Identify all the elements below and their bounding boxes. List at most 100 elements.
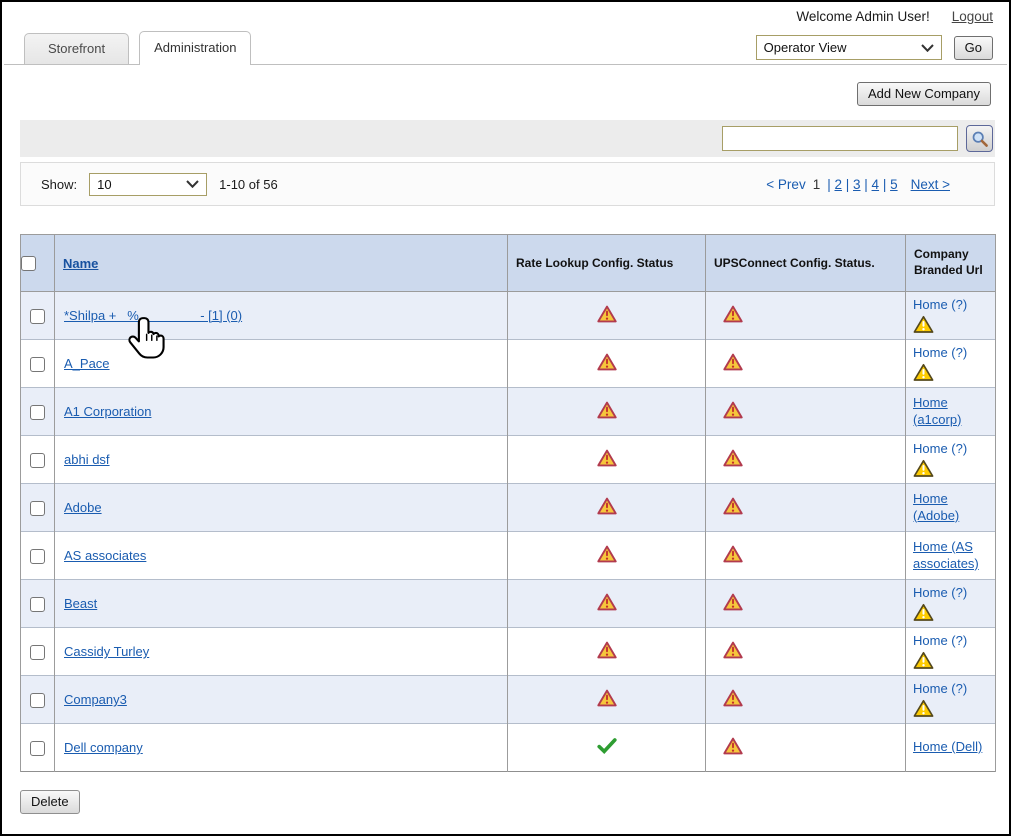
row-checkbox[interactable] [30, 405, 45, 420]
row-checkbox[interactable] [30, 741, 45, 756]
delete-button[interactable]: Delete [20, 790, 80, 814]
branded-url-link[interactable]: Home (a1corp) [913, 395, 961, 427]
company-name-link[interactable]: A_Pace [64, 356, 110, 371]
page-link[interactable]: 2 [834, 177, 842, 192]
warning-triangle-icon [597, 449, 617, 467]
search-input[interactable] [722, 126, 958, 151]
search-button[interactable] [966, 125, 993, 152]
row-checkbox[interactable] [30, 501, 45, 516]
table-row: Cassidy Turley Home (?) [21, 628, 996, 676]
warning-triangle-icon [723, 737, 743, 755]
tab-storefront[interactable]: Storefront [24, 33, 129, 64]
list-controls: Show: 10 1-10 of 56 < Prev 1 | 2 | 3 | 4… [20, 162, 995, 206]
warning-triangle-icon [723, 305, 743, 323]
yellow-warning-triangle-icon [913, 603, 988, 622]
branded-url-text: Home (?) [913, 633, 967, 648]
table-row: A1 Corporation Home (a1corp) [21, 388, 996, 436]
yellow-warning-triangle-icon [913, 699, 988, 718]
company-name-link[interactable]: Company3 [64, 692, 127, 707]
table-row: A_Pace Home (?) [21, 340, 996, 388]
company-name-link[interactable]: Beast [64, 596, 97, 611]
current-page: 1 [813, 177, 821, 192]
warning-triangle-icon [723, 401, 743, 419]
warning-triangle-icon [597, 641, 617, 659]
warning-triangle-icon [723, 593, 743, 611]
table-row: Dell company Home (Dell) [21, 724, 996, 772]
table-row: abhi dsf Home (?) [21, 436, 996, 484]
company-name-link[interactable]: abhi dsf [64, 452, 110, 467]
row-checkbox[interactable] [30, 549, 45, 564]
yellow-warning-triangle-icon [913, 363, 988, 382]
table-row: *Shilpa + % - [1] (0) Home (?) [21, 292, 996, 340]
magnifying-glass-icon [971, 130, 989, 148]
company-table-body: *Shilpa + % - [1] (0) Home (?) A_Pace Home … [21, 292, 996, 772]
sort-by-name-link[interactable]: Name [63, 256, 98, 271]
page-links: | 2 | 3 | 4 | 5 [827, 177, 897, 192]
range-text: 1-10 of 56 [219, 177, 278, 192]
warning-triangle-icon [723, 497, 743, 515]
table-row: AS associates Home (AS associates) [21, 532, 996, 580]
branded-url-column-header: Company Branded Url [906, 235, 996, 292]
row-checkbox[interactable] [30, 357, 45, 372]
welcome-bar: Welcome Admin User! Logout [796, 9, 993, 24]
yellow-warning-triangle-icon [913, 315, 988, 334]
prev-page-link: < Prev [766, 177, 805, 192]
company-name-link[interactable]: *Shilpa + % - [1] (0) [64, 308, 242, 323]
row-checkbox[interactable] [30, 453, 45, 468]
warning-triangle-icon [597, 305, 617, 323]
add-new-company-button[interactable]: Add New Company [857, 82, 991, 106]
warning-triangle-icon [723, 449, 743, 467]
branded-url-text: Home (?) [913, 441, 967, 456]
tab-bar: Storefront Administration [24, 31, 251, 64]
admin-page: Welcome Admin User! Logout Operator View… [0, 0, 1011, 836]
page-link[interactable]: 4 [872, 177, 880, 192]
page-link[interactable]: 5 [890, 177, 898, 192]
branded-url-link[interactable]: Home (Dell) [913, 739, 982, 754]
warning-triangle-icon [597, 353, 617, 371]
row-checkbox[interactable] [30, 597, 45, 612]
upsconnect-column-header: UPSConnect Config. Status. [706, 235, 906, 292]
row-checkbox[interactable] [30, 693, 45, 708]
company-name-link[interactable]: AS associates [64, 548, 146, 563]
table-row: Company3 Home (?) [21, 676, 996, 724]
tab-administration[interactable]: Administration [139, 31, 251, 65]
warning-triangle-icon [723, 641, 743, 659]
page-link[interactable]: 3 [853, 177, 861, 192]
branded-url-text: Home (?) [913, 681, 967, 696]
warning-triangle-icon [597, 689, 617, 707]
company-name-link[interactable]: Cassidy Turley [64, 644, 149, 659]
row-checkbox[interactable] [30, 309, 45, 324]
branded-url-text: Home (?) [913, 585, 967, 600]
branded-url-text: Home (?) [913, 297, 967, 312]
select-all-checkbox[interactable] [21, 256, 36, 271]
warning-triangle-icon [597, 593, 617, 611]
pagination-separator: | [861, 177, 872, 192]
branded-url-text: Home (?) [913, 345, 967, 360]
welcome-text: Welcome Admin User! [796, 9, 929, 24]
warning-triangle-icon [597, 401, 617, 419]
table-row: Beast Home (?) [21, 580, 996, 628]
logout-link[interactable]: Logout [952, 9, 993, 24]
branded-url-link[interactable]: Home (Adobe) [913, 491, 959, 523]
table-header-row: Name Rate Lookup Config. Status UPSConne… [21, 235, 996, 292]
view-select[interactable]: Operator View [756, 35, 942, 60]
warning-triangle-icon [597, 545, 617, 563]
company-name-link[interactable]: A1 Corporation [64, 404, 151, 419]
yellow-warning-triangle-icon [913, 651, 988, 670]
show-label: Show: [41, 177, 77, 192]
view-switcher: Operator View Go [756, 35, 993, 60]
company-name-link[interactable]: Adobe [64, 500, 102, 515]
warning-triangle-icon [723, 353, 743, 371]
success-check-icon [597, 738, 617, 754]
page-size-select[interactable]: 10 [89, 173, 207, 196]
go-button[interactable]: Go [954, 36, 993, 60]
row-checkbox[interactable] [30, 645, 45, 660]
warning-triangle-icon [723, 689, 743, 707]
page-size-controls: Show: 10 1-10 of 56 [41, 173, 278, 196]
next-page-link[interactable]: Next > [911, 177, 950, 192]
pagination-separator: | [842, 177, 853, 192]
branded-url-link[interactable]: Home (AS associates) [913, 539, 979, 571]
view-select-wrap: Operator View [756, 35, 942, 60]
company-table: Name Rate Lookup Config. Status UPSConne… [20, 234, 996, 772]
company-name-link[interactable]: Dell company [64, 740, 143, 755]
